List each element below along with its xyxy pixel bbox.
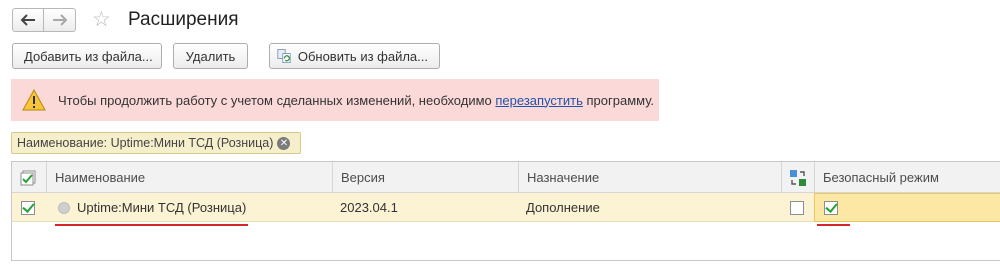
warning-triangle-icon: [22, 89, 46, 111]
row-safe-mode-checkbox-cell: [814, 193, 854, 222]
column-header-purpose[interactable]: Назначение: [518, 162, 781, 193]
update-from-file-label: Обновить из файла...: [297, 48, 428, 64]
status-dot-icon: [58, 201, 70, 214]
star-icon[interactable]: ☆: [92, 8, 111, 32]
column-header-name[interactable]: Наименование: [46, 162, 332, 193]
column-header-version[interactable]: Версия: [332, 162, 518, 193]
column-header-safe-mode[interactable]: Безопасный режим: [814, 162, 1000, 193]
row-version: 2023.04.1: [340, 200, 398, 215]
arrow-left-icon: [20, 14, 35, 26]
row-purpose: Дополнение: [526, 200, 600, 215]
column-header-sync[interactable]: [781, 162, 814, 193]
page-title: Расширения: [128, 9, 239, 30]
back-button[interactable]: [12, 8, 44, 32]
extra-flag-checkbox[interactable]: [790, 200, 804, 215]
warning-text-before: Чтобы продолжить работу с учетом сделанн…: [58, 92, 496, 108]
delete-button[interactable]: Удалить: [173, 43, 248, 69]
active-checkbox[interactable]: [21, 200, 35, 215]
table-header: Наименование Версия Назначение Безопасны…: [12, 162, 1000, 193]
arrow-right-icon: [52, 14, 67, 26]
restart-link[interactable]: перезапустить: [495, 93, 582, 108]
safe-mode-checkbox[interactable]: [824, 200, 838, 215]
annotation-underline-safe-mode: [817, 224, 850, 226]
update-from-file-button[interactable]: Обновить из файла...: [269, 43, 440, 69]
warning-text: Чтобы продолжить работу с учетом сделанн…: [58, 93, 654, 108]
sync-icon: [790, 169, 806, 186]
extensions-table: Наименование Версия Назначение Безопасны…: [11, 161, 1000, 261]
add-from-file-button[interactable]: Добавить из файла...: [12, 43, 162, 69]
update-from-file-icon: [277, 48, 291, 64]
forward-button[interactable]: [44, 8, 76, 32]
row-name-cell: Uptime:Мини ТСД (Розница): [46, 193, 332, 222]
warning-text-after: программу.: [582, 92, 655, 108]
restart-warning-banner: Чтобы продолжить работу с учетом сделанн…: [11, 79, 659, 121]
table-row[interactable]: Uptime:Мини ТСД (Розница) 2023.04.1 Допо…: [12, 193, 1000, 222]
annotation-underline-name: [55, 224, 248, 226]
row-name: Uptime:Мини ТСД (Розница): [77, 200, 247, 215]
check-all-icon: [20, 170, 36, 185]
select-all-header[interactable]: [12, 162, 46, 193]
row-extra-flag-cell: [781, 193, 814, 222]
row-active-cell: [12, 193, 46, 222]
filter-chip-label: Наименование: Uptime:Мини ТСД (Розница): [17, 136, 274, 150]
filter-chip: Наименование: Uptime:Мини ТСД (Розница) …: [11, 132, 301, 154]
close-circle-icon[interactable]: ✕: [277, 136, 291, 150]
